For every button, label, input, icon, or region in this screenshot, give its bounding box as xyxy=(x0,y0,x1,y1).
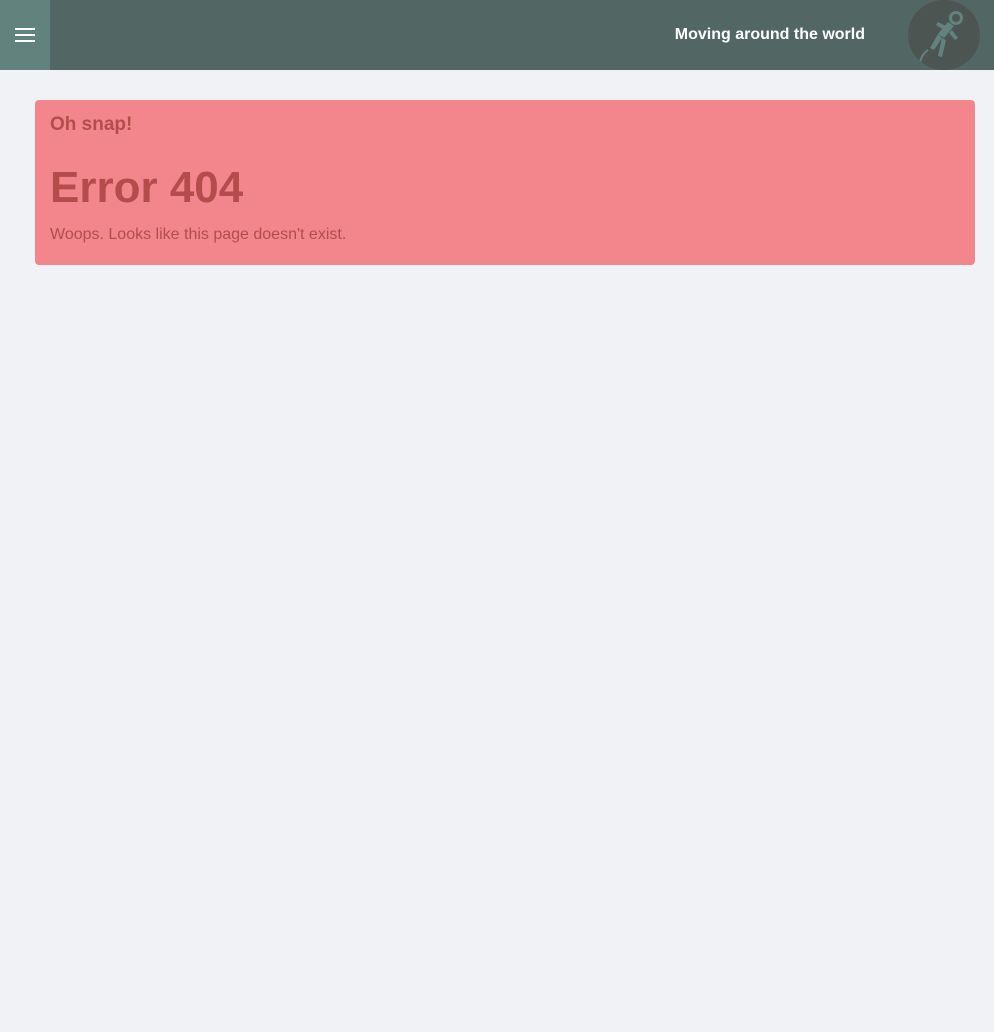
site-title-link[interactable]: Moving around the world xyxy=(675,0,865,70)
menu-toggle-button[interactable] xyxy=(0,0,50,70)
error-message: Woops. Looks like this page doesn't exis… xyxy=(50,226,347,243)
user-avatar[interactable] xyxy=(908,0,980,70)
astronaut-icon xyxy=(908,0,980,70)
hamburger-menu-icon xyxy=(15,28,35,42)
alert-heading: Oh snap! xyxy=(50,114,133,135)
top-navbar: Moving around the world xyxy=(0,0,994,70)
error-title: Error 404 xyxy=(50,163,244,212)
error-alert: Oh snap! Error 404 Woops. Looks like thi… xyxy=(35,100,975,265)
